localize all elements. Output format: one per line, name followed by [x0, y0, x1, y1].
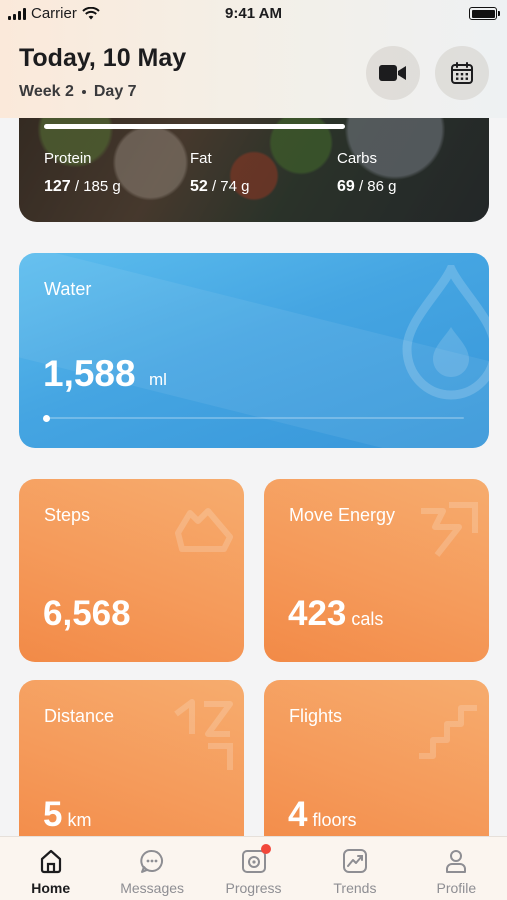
tab-profile[interactable]: Profile — [406, 837, 507, 900]
macro-label: Protein — [44, 150, 92, 167]
distance-value: 5 — [43, 795, 63, 834]
home-icon — [38, 848, 64, 874]
move-energy-value: 423 — [288, 594, 347, 633]
move-energy-label: Move Energy — [289, 505, 396, 525]
status-bar: Carrier 9:41 AM — [0, 0, 507, 28]
stairs-icon — [419, 705, 477, 759]
macro-label: Fat — [190, 150, 212, 167]
water-label: Water — [44, 279, 92, 299]
macro-value: 52 / 74 g — [190, 178, 250, 195]
flights-value: 4 — [288, 795, 308, 834]
macro-carbs: Carbs 69 / 86 g — [337, 150, 397, 196]
steps-card[interactable]: Steps 6,568 — [19, 479, 244, 662]
macro-value: 69 / 86 g — [337, 178, 397, 195]
calendar-icon — [451, 62, 473, 84]
distance-value-row: 5 km — [43, 795, 91, 835]
macro-protein: Protein 127 / 185 g — [44, 150, 121, 196]
shoe-icon — [175, 508, 233, 552]
distance-unit: km — [67, 810, 92, 830]
video-camera-icon — [379, 65, 406, 81]
steps-value: 6,568 — [43, 594, 131, 633]
tab-progress[interactable]: Progress — [203, 837, 304, 900]
steps-value-row: 6,568 — [43, 594, 136, 634]
tab-bar: Home Messages Progress Trends Profile — [0, 836, 507, 900]
page-title: Today, 10 May — [19, 44, 187, 72]
trend-chart-icon — [342, 848, 368, 874]
water-card[interactable]: Water 1,588 ml — [19, 253, 489, 448]
flights-label: Flights — [289, 706, 343, 726]
flights-unit: floors — [312, 810, 357, 830]
water-progress-knob[interactable] — [43, 415, 50, 422]
notification-badge — [260, 844, 271, 854]
day-label: Day 7 — [93, 83, 137, 100]
tab-trends[interactable]: Trends — [304, 837, 405, 900]
nutrition-progress-bar — [44, 124, 345, 129]
move-energy-value-row: 423 cals — [288, 594, 383, 634]
tab-label: Messages — [120, 880, 185, 896]
macro-fat: Fat 52 / 74 g — [190, 150, 250, 196]
move-energy-card[interactable]: Move Energy 423 cals — [264, 479, 489, 662]
water-unit: ml — [149, 370, 167, 389]
program-progress: Week 2 Day 7 — [19, 83, 137, 101]
tab-label: Progress — [225, 880, 282, 896]
flights-value-row: 4 floors — [288, 795, 356, 835]
person-icon — [443, 848, 469, 874]
calendar-button[interactable] — [435, 46, 489, 100]
tab-label: Home — [31, 880, 71, 896]
header: Carrier 9:41 AM Today, 10 May Week 2 Day… — [0, 0, 507, 118]
tab-label: Trends — [333, 880, 377, 896]
status-time: 9:41 AM — [225, 5, 282, 22]
tab-home[interactable]: Home — [0, 837, 101, 900]
separator-dot — [81, 90, 86, 94]
water-drop-icon — [402, 265, 489, 400]
battery-icon — [469, 7, 500, 20]
distance-icon — [174, 699, 233, 770]
tab-messages[interactable]: Messages — [101, 837, 202, 900]
energy-icon — [421, 502, 478, 557]
water-value: 1,588 — [43, 353, 136, 394]
distance-label: Distance — [44, 706, 115, 726]
video-call-button[interactable] — [366, 46, 420, 100]
week-label: Week 2 — [19, 83, 74, 100]
steps-label: Steps — [44, 505, 91, 525]
tab-label: Profile — [436, 880, 477, 896]
water-progress-track — [44, 417, 464, 419]
macro-label: Carbs — [337, 150, 378, 167]
chat-bubble-icon — [139, 848, 165, 874]
macro-value: 127 / 185 g — [44, 178, 121, 195]
move-energy-unit: cals — [351, 609, 384, 629]
